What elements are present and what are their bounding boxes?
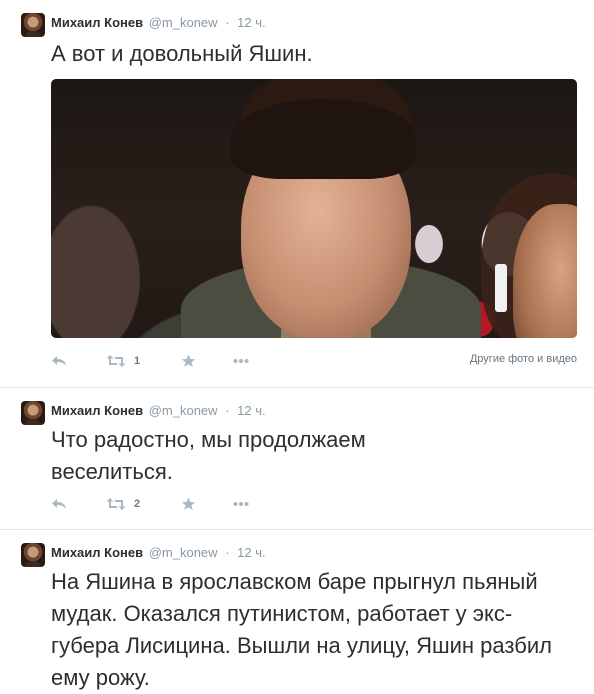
author-name[interactable]: Михаил Конев bbox=[51, 15, 143, 30]
author-handle[interactable]: @m_konew bbox=[149, 15, 218, 30]
retweet-icon bbox=[106, 497, 126, 511]
reply-icon bbox=[51, 354, 67, 368]
more-icon bbox=[233, 501, 249, 507]
author-name[interactable]: Михаил Конев bbox=[51, 403, 143, 418]
tweet-header: Михаил Конев @m_konew · 12 ч. bbox=[51, 402, 266, 420]
avatar[interactable] bbox=[21, 401, 45, 425]
photo-earring bbox=[495, 264, 507, 312]
author-handle[interactable]: @m_konew bbox=[149, 545, 218, 560]
reply-icon bbox=[51, 497, 67, 511]
avatar[interactable] bbox=[21, 543, 45, 567]
separator: · bbox=[225, 545, 230, 560]
tweet[interactable]: Михаил Конев @m_konew · 12 ч. На Яшина в… bbox=[0, 530, 594, 693]
avatar[interactable] bbox=[21, 13, 45, 37]
author-name[interactable]: Михаил Конев bbox=[51, 545, 143, 560]
retweet-button[interactable]: 2 bbox=[106, 494, 140, 514]
retweet-count: 1 bbox=[134, 355, 141, 367]
more-button[interactable] bbox=[233, 351, 249, 371]
timestamp[interactable]: 12 ч. bbox=[237, 403, 265, 418]
tweet-text: На Яшина в ярославском баре прыгнул пьян… bbox=[51, 569, 552, 690]
tweet-actions: 2 bbox=[51, 494, 577, 514]
star-icon bbox=[181, 497, 196, 511]
other-media-link[interactable]: Другие фото и видео bbox=[470, 353, 577, 365]
tweet[interactable]: Михаил Конев @m_konew · 12 ч. Что радост… bbox=[0, 388, 594, 530]
tweet-photo[interactable] bbox=[51, 79, 577, 338]
tweet-text: Что радостно, мы продолжаем веселиться. bbox=[51, 427, 366, 484]
tweet-text: А вот и довольный Яшин. bbox=[51, 41, 313, 66]
retweet-count: 2 bbox=[134, 498, 141, 510]
author-handle[interactable]: @m_konew bbox=[149, 403, 218, 418]
favorite-button[interactable] bbox=[181, 494, 196, 514]
timestamp[interactable]: 12 ч. bbox=[237, 545, 265, 560]
tweet[interactable]: Михаил Конев @m_konew · 12 ч. А вот и до… bbox=[0, 0, 594, 388]
timestamp[interactable]: 12 ч. bbox=[237, 15, 265, 30]
tweet-header: Михаил Конев @m_konew · 12 ч. bbox=[51, 544, 266, 562]
reply-button[interactable] bbox=[51, 351, 67, 371]
tweet-header: Михаил Конев @m_konew · 12 ч. bbox=[51, 14, 266, 32]
more-button[interactable] bbox=[233, 494, 249, 514]
separator: · bbox=[225, 15, 230, 30]
tweet-actions: 1 Другие фото и видео bbox=[51, 351, 577, 371]
photo-hair bbox=[231, 99, 416, 179]
star-icon bbox=[181, 354, 196, 368]
favorite-button[interactable] bbox=[181, 351, 196, 371]
reply-button[interactable] bbox=[51, 494, 67, 514]
more-icon bbox=[233, 358, 249, 364]
retweet-button[interactable]: 1 bbox=[106, 351, 140, 371]
separator: · bbox=[225, 403, 230, 418]
retweet-icon bbox=[106, 354, 126, 368]
